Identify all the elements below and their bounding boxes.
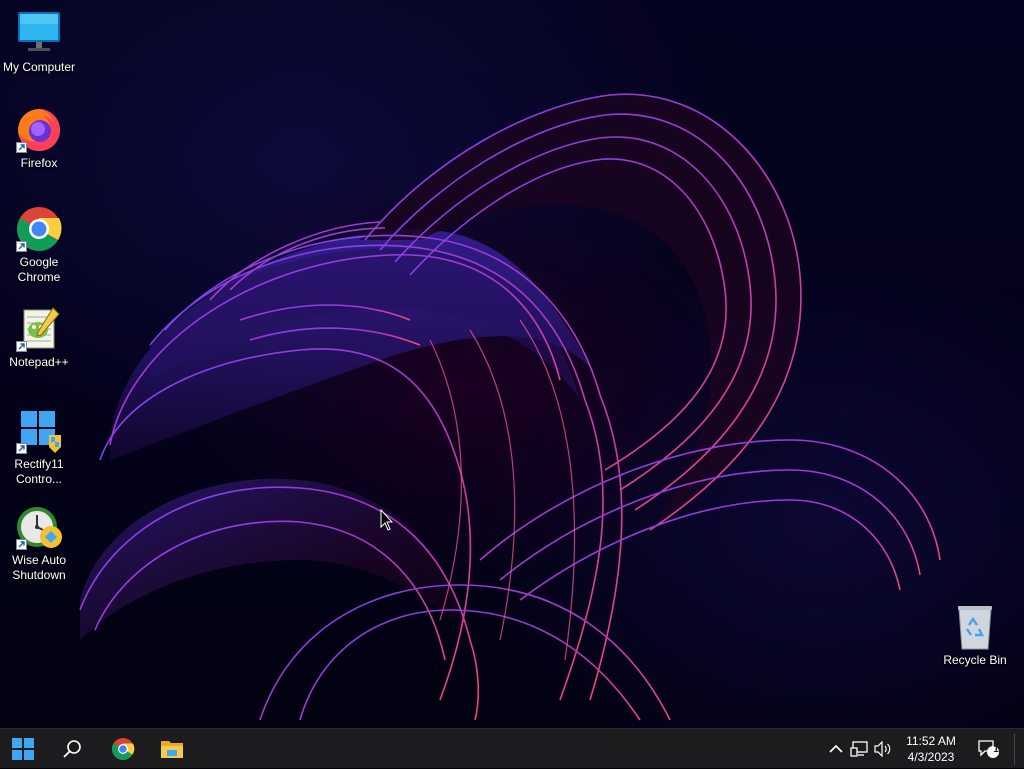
desktop-icon-my-computer[interactable]: My Computer [1, 10, 77, 75]
network-icon [850, 741, 868, 757]
show-hidden-icons-button[interactable] [826, 739, 846, 759]
notepad-plus-plus-icon [15, 305, 63, 353]
volume-button[interactable] [873, 739, 893, 759]
shortcut-arrow-icon [16, 341, 27, 352]
taskbar-file-explorer-button[interactable] [150, 729, 194, 769]
desktop-icon-label: Google Chrome [17, 255, 61, 284]
desktop-icon-label: Rectify11 Contro... [14, 457, 64, 486]
wise-auto-shutdown-icon [15, 503, 63, 551]
windows-start-icon [12, 738, 34, 760]
shortcut-arrow-icon [16, 142, 27, 153]
start-button[interactable] [1, 729, 45, 769]
desktop-wallpaper[interactable]: My Computer Firefox Google Chrome Notepa… [0, 0, 1024, 728]
volume-icon [874, 741, 891, 757]
desktop-icon-notepad-plus-plus[interactable]: Notepad++ [1, 305, 77, 370]
desktop-icon-wise-auto-shutdown[interactable]: Wise Auto Shutdown [1, 503, 77, 583]
show-desktop-button[interactable] [1014, 733, 1021, 765]
desktop-icon-rectify11[interactable]: Rectify11 Contro... [1, 407, 77, 487]
rectify11-icon [15, 407, 63, 455]
wallpaper-bloom [79, 93, 941, 721]
desktop-icon-label: Wise Auto Shutdown [11, 553, 67, 582]
desktop-icon-recycle-bin[interactable]: Recycle Bin [937, 603, 1013, 668]
search-button[interactable] [50, 729, 94, 769]
desktop-icon-label: Recycle Bin [943, 653, 1007, 667]
shortcut-arrow-icon [16, 443, 27, 454]
firefox-icon [15, 106, 63, 154]
mouse-cursor-icon [380, 509, 394, 531]
search-icon [63, 740, 81, 758]
taskbar-clock[interactable]: 11:52 AM 4/3/2023 [898, 733, 964, 765]
notification-badge: 1 [993, 744, 999, 755]
clock-time: 11:52 AM [906, 734, 956, 748]
monitor-icon [15, 10, 63, 58]
chrome-icon [112, 738, 135, 760]
desktop-icon-firefox[interactable]: Firefox [1, 106, 77, 171]
notification-center-button[interactable]: 1 [978, 739, 1000, 759]
desktop-icon-label: Firefox [20, 156, 58, 170]
taskbar-chrome-button[interactable] [101, 729, 145, 769]
desktop-icon-label: Notepad++ [9, 355, 69, 369]
taskbar: 11:52 AM 4/3/2023 1 [0, 728, 1024, 768]
chrome-icon [15, 205, 63, 253]
recycle-bin-icon [951, 603, 999, 651]
clock-date: 4/3/2023 [907, 750, 955, 764]
desktop-icon-label: My Computer [2, 60, 76, 74]
chevron-up-icon [829, 744, 843, 753]
network-button[interactable] [849, 739, 869, 759]
desktop-icon-google-chrome[interactable]: Google Chrome [1, 205, 77, 285]
file-explorer-icon [161, 741, 183, 758]
shortcut-arrow-icon [16, 539, 27, 550]
shortcut-arrow-icon [16, 241, 27, 252]
